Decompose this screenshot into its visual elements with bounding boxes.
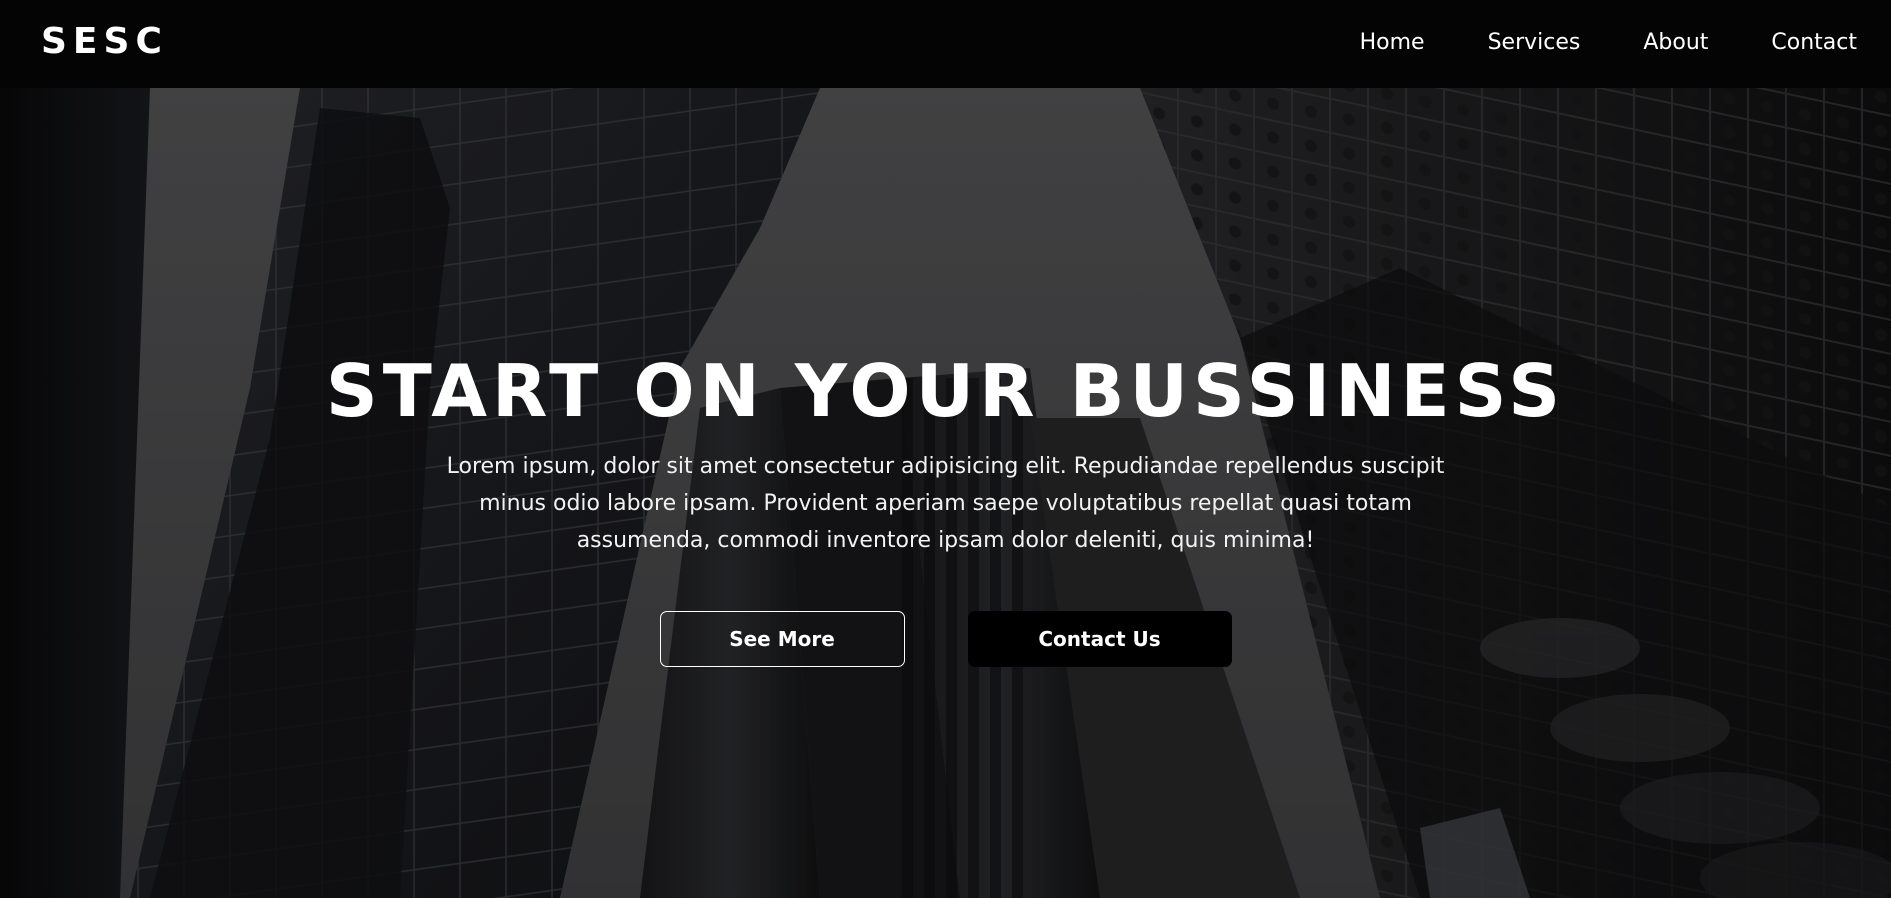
nav-link-services[interactable]: Services [1488, 28, 1581, 58]
hero-content: START ON YOUR BUSSINESS Lorem ipsum, dol… [0, 350, 1891, 667]
nav-link-about[interactable]: About [1643, 28, 1708, 58]
see-more-button[interactable]: See More [659, 611, 905, 667]
hero-buttons: See More Contact Us [0, 611, 1891, 667]
hero-description: Lorem ipsum, dolor sit amet consectetur … [446, 454, 1445, 553]
nav-link-home[interactable]: Home [1360, 28, 1425, 58]
site-logo[interactable]: SESC [41, 22, 168, 62]
hero-section: START ON YOUR BUSSINESS Lorem ipsum, dol… [0, 88, 1891, 898]
nav-link-contact[interactable]: Contact [1771, 28, 1857, 58]
navbar: SESC Home Services About Contact [0, 0, 1891, 88]
hero-title: START ON YOUR BUSSINESS [325, 349, 1566, 433]
contact-us-button[interactable]: Contact Us [967, 611, 1232, 667]
nav-links: Home Services About Contact [1360, 28, 1857, 58]
landing-page: SESC Home Services About Contact START O… [0, 0, 1891, 898]
